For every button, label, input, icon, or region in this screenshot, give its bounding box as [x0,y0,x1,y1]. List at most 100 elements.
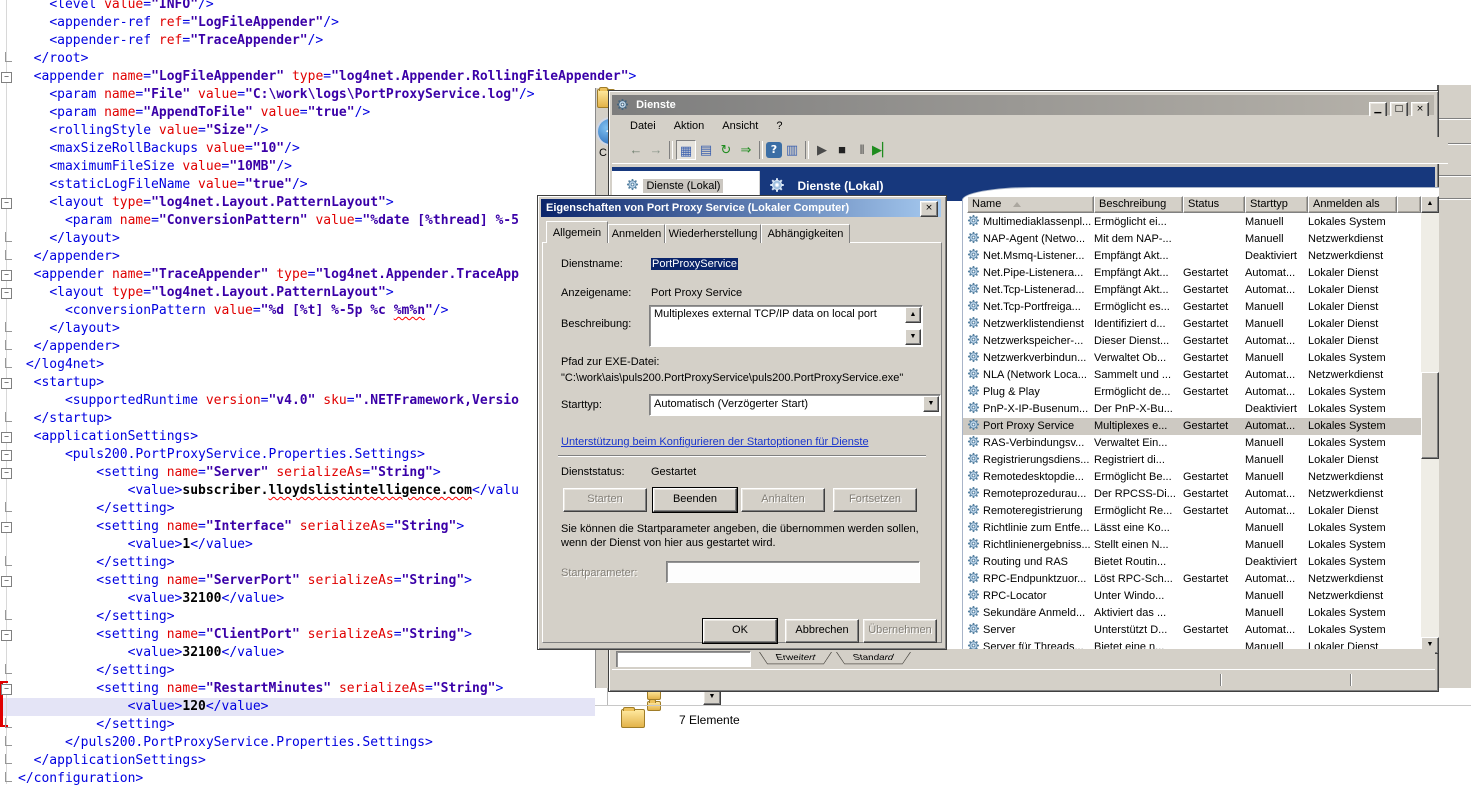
fold-collapse-icon[interactable]: − [1,630,12,641]
view-tab-erweitert[interactable]: Erweitert [759,652,832,664]
pause-service-icon[interactable]: ‖ [852,140,872,160]
code-line: </root> [0,50,636,68]
column-header-anmeldenals[interactable]: Anmelden als [1308,196,1397,213]
toolbar-separator [669,141,673,159]
show-console-tree-icon[interactable]: ▦ [676,140,696,160]
column-header-name[interactable]: Name [967,196,1094,213]
stop-service-icon[interactable]: ■ [832,140,852,160]
dialog-titlebar[interactable]: Eigenschaften von Port Proxy Service (Lo… [541,199,941,217]
service-row[interactable]: Plug & PlayErmöglicht de...GestartetAuto… [963,384,1421,401]
starttyp-value: Automatisch (Verzögerter Start) [650,395,940,410]
services-window-titlebar[interactable]: Dienste ▁ □ × [612,95,1434,115]
fold-collapse-icon[interactable]: − [1,468,12,479]
explorer-address-fragment: C [599,147,607,159]
service-row[interactable]: Routing und RASBietet Routin...Deaktivie… [963,554,1421,571]
fold-end-marker [5,322,12,332]
startparameter-input[interactable] [666,561,920,583]
menu-item-?[interactable]: ? [776,116,782,137]
service-row[interactable]: RemoteregistrierungErmöglicht Re...Gesta… [963,503,1421,520]
fold-collapse-icon[interactable]: − [1,522,12,533]
service-row-selected[interactable]: Port Proxy ServiceMultiplexes e...Gestar… [963,418,1421,435]
column-header-status[interactable]: Status [1183,196,1245,213]
fold-collapse-icon[interactable]: − [1,288,12,299]
fortsetzen-button[interactable]: Fortsetzen [833,488,917,512]
dialog-tab-wiederherstellung[interactable]: Wiederherstellung [665,224,761,243]
fold-collapse-icon[interactable]: − [1,198,12,209]
chevron-down-icon[interactable]: ▼ [703,690,721,705]
service-row[interactable]: RPC-LocatorUnter Windo...ManuellNetzwerk… [963,588,1421,605]
fold-collapse-icon[interactable]: − [1,684,12,695]
starttyp-combobox[interactable]: Automatisch (Verzögerter Start) ▼ [649,394,941,416]
service-row[interactable]: Remoteprozedurau...Der RPCSS-Di...Gestar… [963,486,1421,503]
service-row[interactable]: NAP-Agent (Netwo...Mit dem NAP-...Manuel… [963,231,1421,248]
properties-icon[interactable]: ▤ [696,140,716,160]
fold-collapse-icon[interactable]: − [1,450,12,461]
chevron-down-icon[interactable]: ▼ [923,396,939,412]
fold-collapse-icon[interactable]: − [1,270,12,281]
close-icon[interactable]: × [920,201,938,217]
service-row[interactable]: Sekundäre Anmeld...Aktiviert das ...Manu… [963,605,1421,622]
fold-collapse-icon[interactable]: − [1,432,12,443]
restart-service-icon[interactable]: ▶▏ [872,140,892,160]
service-row[interactable]: PnP-X-IP-Busenum...Der PnP-X-Bu...Deakti… [963,401,1421,418]
service-row[interactable]: NLA (Network Loca...Sammelt und ...Gesta… [963,367,1421,384]
scrollbar-thumb[interactable] [1421,372,1439,459]
service-row[interactable]: Net.Tcp-Portfreiga...Ermöglicht es...Ges… [963,299,1421,316]
back-icon[interactable]: ← [626,140,646,160]
starten-button[interactable]: Starten [563,488,647,512]
service-row[interactable]: Registrierungsdiens...Registriert di...M… [963,452,1421,469]
dienstname-value: PortProxyService [651,258,738,270]
vertical-scrollbar[interactable]: ▲ ▼ [1421,196,1439,654]
dialog-tab-allgemein[interactable]: Allgemein [546,221,608,243]
dialog-tab-anmelden[interactable]: Anmelden [608,224,665,243]
ok-button[interactable]: OK [703,619,777,643]
fold-end-marker [5,736,12,746]
anhalten-button[interactable]: Anhalten [741,488,825,512]
service-row[interactable]: Netzwerkverbindun...Verwaltet Ob...Gesta… [963,350,1421,367]
startparameter-hint-2: wenn der Dienst von hier aus gestartet w… [561,537,776,549]
cancel-button[interactable]: Abbrechen [785,619,859,643]
scroll-down-icon[interactable]: ▼ [905,329,921,345]
startoptionen-link[interactable]: Unterstützung beim Konfigurieren der Sta… [561,436,869,448]
scroll-up-icon[interactable]: ▲ [1421,196,1439,213]
tree-filter-box[interactable] [616,651,751,668]
service-row[interactable]: Net.Tcp-Listenerad...Empfängt Akt...Gest… [963,282,1421,299]
service-row[interactable]: NetzwerklistendienstIdentifiziert d...Ge… [963,316,1421,333]
fold-collapse-icon[interactable]: − [1,378,12,389]
fold-collapse-icon[interactable]: − [1,72,12,83]
beenden-button[interactable]: Beenden [653,488,737,512]
view-tab-standard[interactable]: Standard [836,652,911,664]
column-header-starttyp[interactable]: Starttyp [1245,196,1308,213]
service-row[interactable]: Net.Pipe-Listenera...Empfängt Akt...Gest… [963,265,1421,282]
fold-collapse-icon[interactable]: − [1,576,12,587]
service-row[interactable]: RPC-Endpunktzuor...Löst RPC-Sch...Gestar… [963,571,1421,588]
toolbar: ←→ ▦▤↻⇒?▥ ▶■‖▶▏ [612,137,1448,164]
service-row[interactable]: ServerUnterstützt D...GestartetAutomat..… [963,622,1421,639]
refresh-icon[interactable]: ↻ [716,140,736,160]
fold-end-marker [5,556,12,566]
beschreibung-textbox[interactable]: Multiplexes external TCP/IP data on loca… [649,305,923,347]
service-row[interactable]: Remotedesktopdie...Ermöglicht Be...Gesta… [963,469,1421,486]
service-gear-icon [967,469,981,486]
menu-item-aktion[interactable]: Aktion [674,116,705,137]
show-action-pane-icon[interactable]: ▥ [782,140,802,160]
export-list-icon[interactable]: ⇒ [736,140,756,160]
service-row[interactable]: Richtlinie zum Entfe...Lässt eine Ko...M… [963,520,1421,537]
startparameter-value [667,562,919,565]
forward-icon[interactable]: → [646,140,666,160]
start-service-icon[interactable]: ▶ [812,140,832,160]
column-header-beschreibung[interactable]: Beschreibung [1094,196,1183,213]
tree-item-dienste-lokal[interactable]: Dienste (Lokal) [612,171,759,196]
apply-button[interactable]: Übernehmen [863,619,937,643]
service-row[interactable]: Richtlinienergebniss...Stellt einen N...… [963,537,1421,554]
service-row[interactable]: Multimediaklassenpl...Ermöglicht ei...Ma… [963,214,1421,231]
service-row[interactable]: RAS-Verbindungsv...Verwaltet Ein...Manue… [963,435,1421,452]
scroll-up-icon[interactable]: ▲ [905,307,921,323]
help-icon[interactable]: ? [766,142,782,158]
dialog-tab-abhngigkeiten[interactable]: Abhängigkeiten [761,224,850,243]
menu-item-ansicht[interactable]: Ansicht [722,116,758,137]
service-row[interactable]: Netzwerkspeicher-...Dieser Dienst...Gest… [963,333,1421,350]
service-row[interactable]: Net.Msmq-Listener...Empfängt Akt...Deakt… [963,248,1421,265]
folder-icon[interactable] [647,701,661,711]
menu-item-datei[interactable]: Datei [630,116,656,137]
